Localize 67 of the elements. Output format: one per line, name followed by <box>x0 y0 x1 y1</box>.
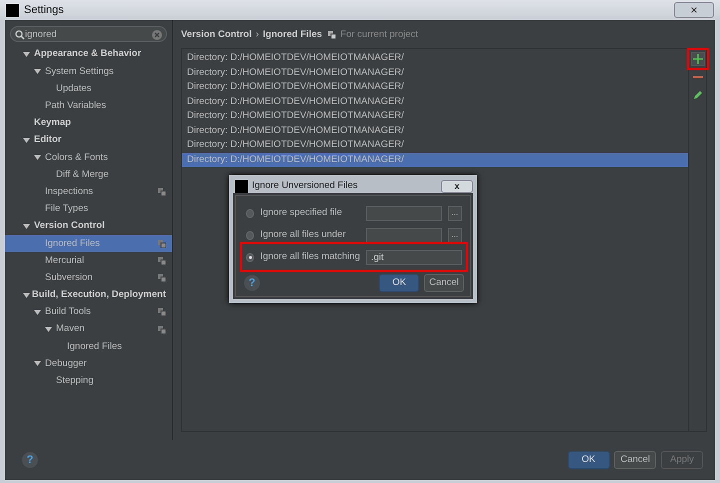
app-icon <box>235 180 248 192</box>
tree-item[interactable]: Version Control <box>5 218 172 236</box>
text-field[interactable] <box>366 206 442 220</box>
option-label: Ignore specified file <box>260 206 344 220</box>
scope-label: For current project <box>340 28 418 42</box>
list-row[interactable]: Directory: D:/HOMEIOTDEV/HOMEIOTMANAGER/ <box>182 66 688 80</box>
list-row[interactable]: Directory: D:/HOMEIOTDEV/HOMEIOTMANAGER/ <box>182 94 688 109</box>
browse-button[interactable]: ... <box>448 206 462 220</box>
tree-item[interactable]: File Types <box>5 200 172 218</box>
expand-arrow-icon[interactable] <box>23 222 30 230</box>
plus-icon <box>692 54 702 64</box>
tree-item[interactable]: Mercurial <box>5 252 172 270</box>
dialog-button[interactable]: OK <box>568 451 610 469</box>
option-label: Ignore all files under <box>260 228 347 242</box>
option-label: Ignore all files matching <box>260 250 360 264</box>
list-row[interactable]: Directory: D:/HOMEIOTDEV/HOMEIOTMANAGER/ <box>182 138 688 152</box>
app-icon <box>6 4 19 16</box>
tree-item[interactable]: Stepping <box>5 372 172 390</box>
dialog-button[interactable]: Cancel <box>614 451 656 469</box>
search-field[interactable]: ignored <box>11 27 166 41</box>
expand-arrow-icon[interactable] <box>45 326 52 334</box>
radio-button[interactable] <box>246 230 254 240</box>
tree-item[interactable]: Editor <box>5 132 172 150</box>
tree-item[interactable]: Path Variables <box>5 98 172 115</box>
tree-item[interactable]: Keymap <box>5 114 172 132</box>
browse-button[interactable]: ... <box>448 228 462 242</box>
expand-arrow-icon[interactable] <box>34 360 41 368</box>
dialog-title: Ignore Unversioned Files <box>252 178 358 193</box>
search-icon <box>15 30 25 40</box>
tree-item[interactable]: Build Tools <box>5 304 172 321</box>
tree-item[interactable]: Colors & Fonts <box>5 149 172 166</box>
breadcrumb-parent[interactable]: Version Control <box>181 28 252 42</box>
list-row[interactable]: Directory: D:/HOMEIOTDEV/HOMEIOTMANAGER/ <box>182 51 688 66</box>
tree-item[interactable]: Ignored Files <box>5 338 172 356</box>
tree-item[interactable]: Appearance & Behavior <box>5 46 172 64</box>
text-field[interactable] <box>366 228 442 242</box>
expand-arrow-icon[interactable] <box>34 308 41 316</box>
radio-button[interactable] <box>246 252 254 262</box>
window-title: Settings <box>24 2 64 18</box>
close-button[interactable]: × <box>674 2 714 18</box>
list-row[interactable]: Directory: D:/HOMEIOTDEV/HOMEIOTMANAGER/ <box>182 124 688 138</box>
tree-item[interactable]: Updates <box>5 80 172 98</box>
expand-arrow-icon[interactable] <box>34 154 41 162</box>
list-row[interactable]: Directory: D:/HOMEIOTDEV/HOMEIOTMANAGER/ <box>182 109 688 124</box>
tree-item[interactable]: Maven <box>5 321 172 338</box>
breadcrumb-separator: › <box>256 28 259 42</box>
tree-item[interactable]: Diff & Merge <box>5 166 172 184</box>
help-button[interactable]: ? <box>22 452 38 468</box>
expand-arrow-icon[interactable] <box>34 68 41 76</box>
dialog-button[interactable]: Cancel <box>424 274 464 292</box>
tree-item[interactable]: Inspections <box>5 184 172 201</box>
text-field[interactable]: .git <box>366 250 462 264</box>
dialog-button[interactable]: OK <box>379 274 420 292</box>
pencil-icon <box>692 90 702 100</box>
copy-icon <box>328 31 336 39</box>
help-button[interactable]: ? <box>244 275 260 291</box>
expand-arrow-icon[interactable] <box>23 137 30 144</box>
close-button[interactable]: x <box>441 180 473 192</box>
expand-arrow-icon[interactable] <box>23 51 30 58</box>
expand-arrow-icon[interactable] <box>23 292 30 299</box>
list-row[interactable]: Directory: D:/HOMEIOTDEV/HOMEIOTMANAGER/ <box>182 80 688 94</box>
tree-item[interactable]: Debugger <box>5 355 172 373</box>
tree-item[interactable]: System Settings <box>5 63 172 80</box>
radio-button[interactable] <box>246 208 254 218</box>
breadcrumb-current: Ignored Files <box>262 28 322 42</box>
tree-item[interactable]: Subversion <box>5 269 172 287</box>
tree-item[interactable]: Build, Execution, Deployment <box>5 286 172 304</box>
